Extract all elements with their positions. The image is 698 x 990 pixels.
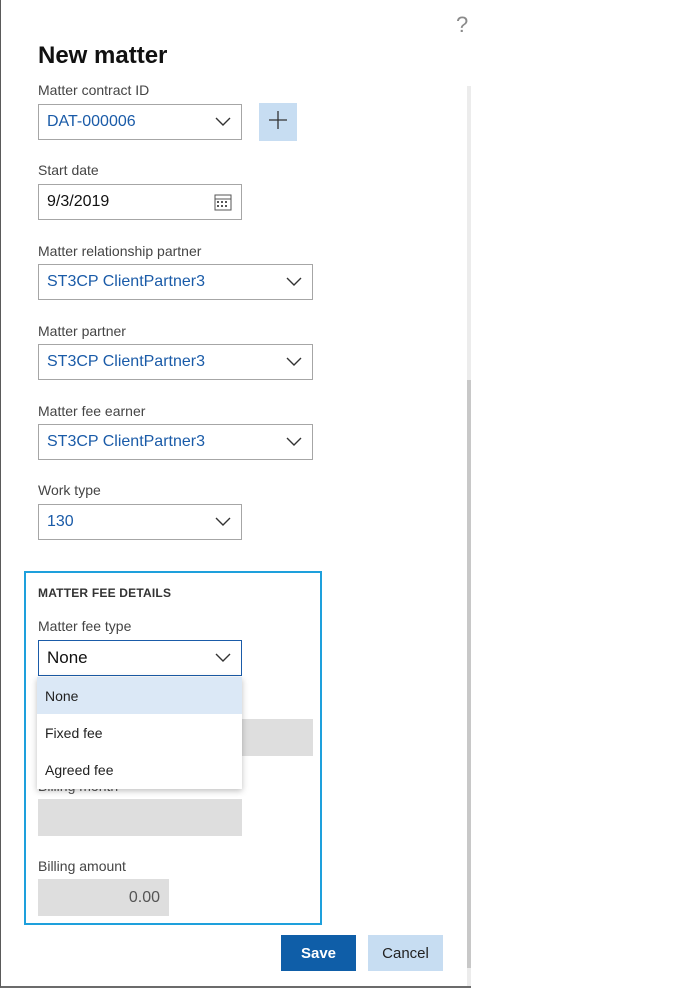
work-type-select[interactable]: 130	[38, 504, 242, 540]
work-type-label: Work type	[38, 482, 101, 498]
fee-type-label: Matter fee type	[38, 618, 132, 634]
fee-type-value: None	[47, 648, 88, 667]
matter-partner-select[interactable]: ST3CP ClientPartner3	[38, 344, 313, 380]
help-icon[interactable]: ?	[456, 14, 468, 36]
matter-partner-value: ST3CP ClientPartner3	[47, 353, 205, 370]
contract-id-select[interactable]: DAT-000006	[38, 104, 242, 140]
contract-id-label: Matter contract ID	[38, 82, 150, 98]
chevron-down-icon	[276, 265, 312, 299]
start-date-value: 9/3/2019	[47, 193, 110, 210]
billing-amount-label: Billing amount	[38, 858, 126, 874]
option-fixed-fee[interactable]: Fixed fee	[37, 714, 242, 751]
calendar-icon[interactable]	[205, 193, 241, 211]
chevron-down-icon	[276, 425, 312, 459]
save-button[interactable]: Save	[281, 935, 356, 971]
scrollbar-thumb[interactable]	[467, 380, 471, 968]
contract-id-value: DAT-000006	[47, 113, 136, 130]
fee-earner-value: ST3CP ClientPartner3	[47, 433, 205, 450]
cancel-button[interactable]: Cancel	[368, 935, 443, 971]
chevron-down-icon	[205, 505, 241, 539]
chevron-down-icon	[205, 641, 241, 675]
start-date-input[interactable]: 9/3/2019	[38, 184, 242, 220]
fee-details-title: MATTER FEE DETAILS	[38, 586, 172, 600]
billing-month-field	[38, 799, 242, 836]
matter-partner-label: Matter partner	[38, 323, 126, 339]
plus-icon	[268, 110, 288, 135]
billing-amount-field: 0.00	[38, 879, 169, 916]
chevron-down-icon	[205, 105, 241, 139]
relationship-partner-label: Matter relationship partner	[38, 243, 202, 259]
relationship-partner-value: ST3CP ClientPartner3	[47, 273, 205, 290]
fee-type-select[interactable]: None	[38, 640, 242, 676]
chevron-down-icon	[276, 345, 312, 379]
fee-earner-label: Matter fee earner	[38, 403, 146, 419]
page-title: New matter	[38, 42, 168, 69]
add-contract-button[interactable]	[259, 103, 297, 141]
relationship-partner-select[interactable]: ST3CP ClientPartner3	[38, 264, 313, 300]
option-none[interactable]: None	[37, 677, 242, 714]
fee-type-dropdown: None Fixed fee Agreed fee	[37, 677, 242, 789]
option-agreed-fee[interactable]: Agreed fee	[37, 751, 242, 788]
start-date-label: Start date	[38, 162, 99, 178]
work-type-value: 130	[47, 513, 74, 530]
fee-earner-select[interactable]: ST3CP ClientPartner3	[38, 424, 313, 460]
